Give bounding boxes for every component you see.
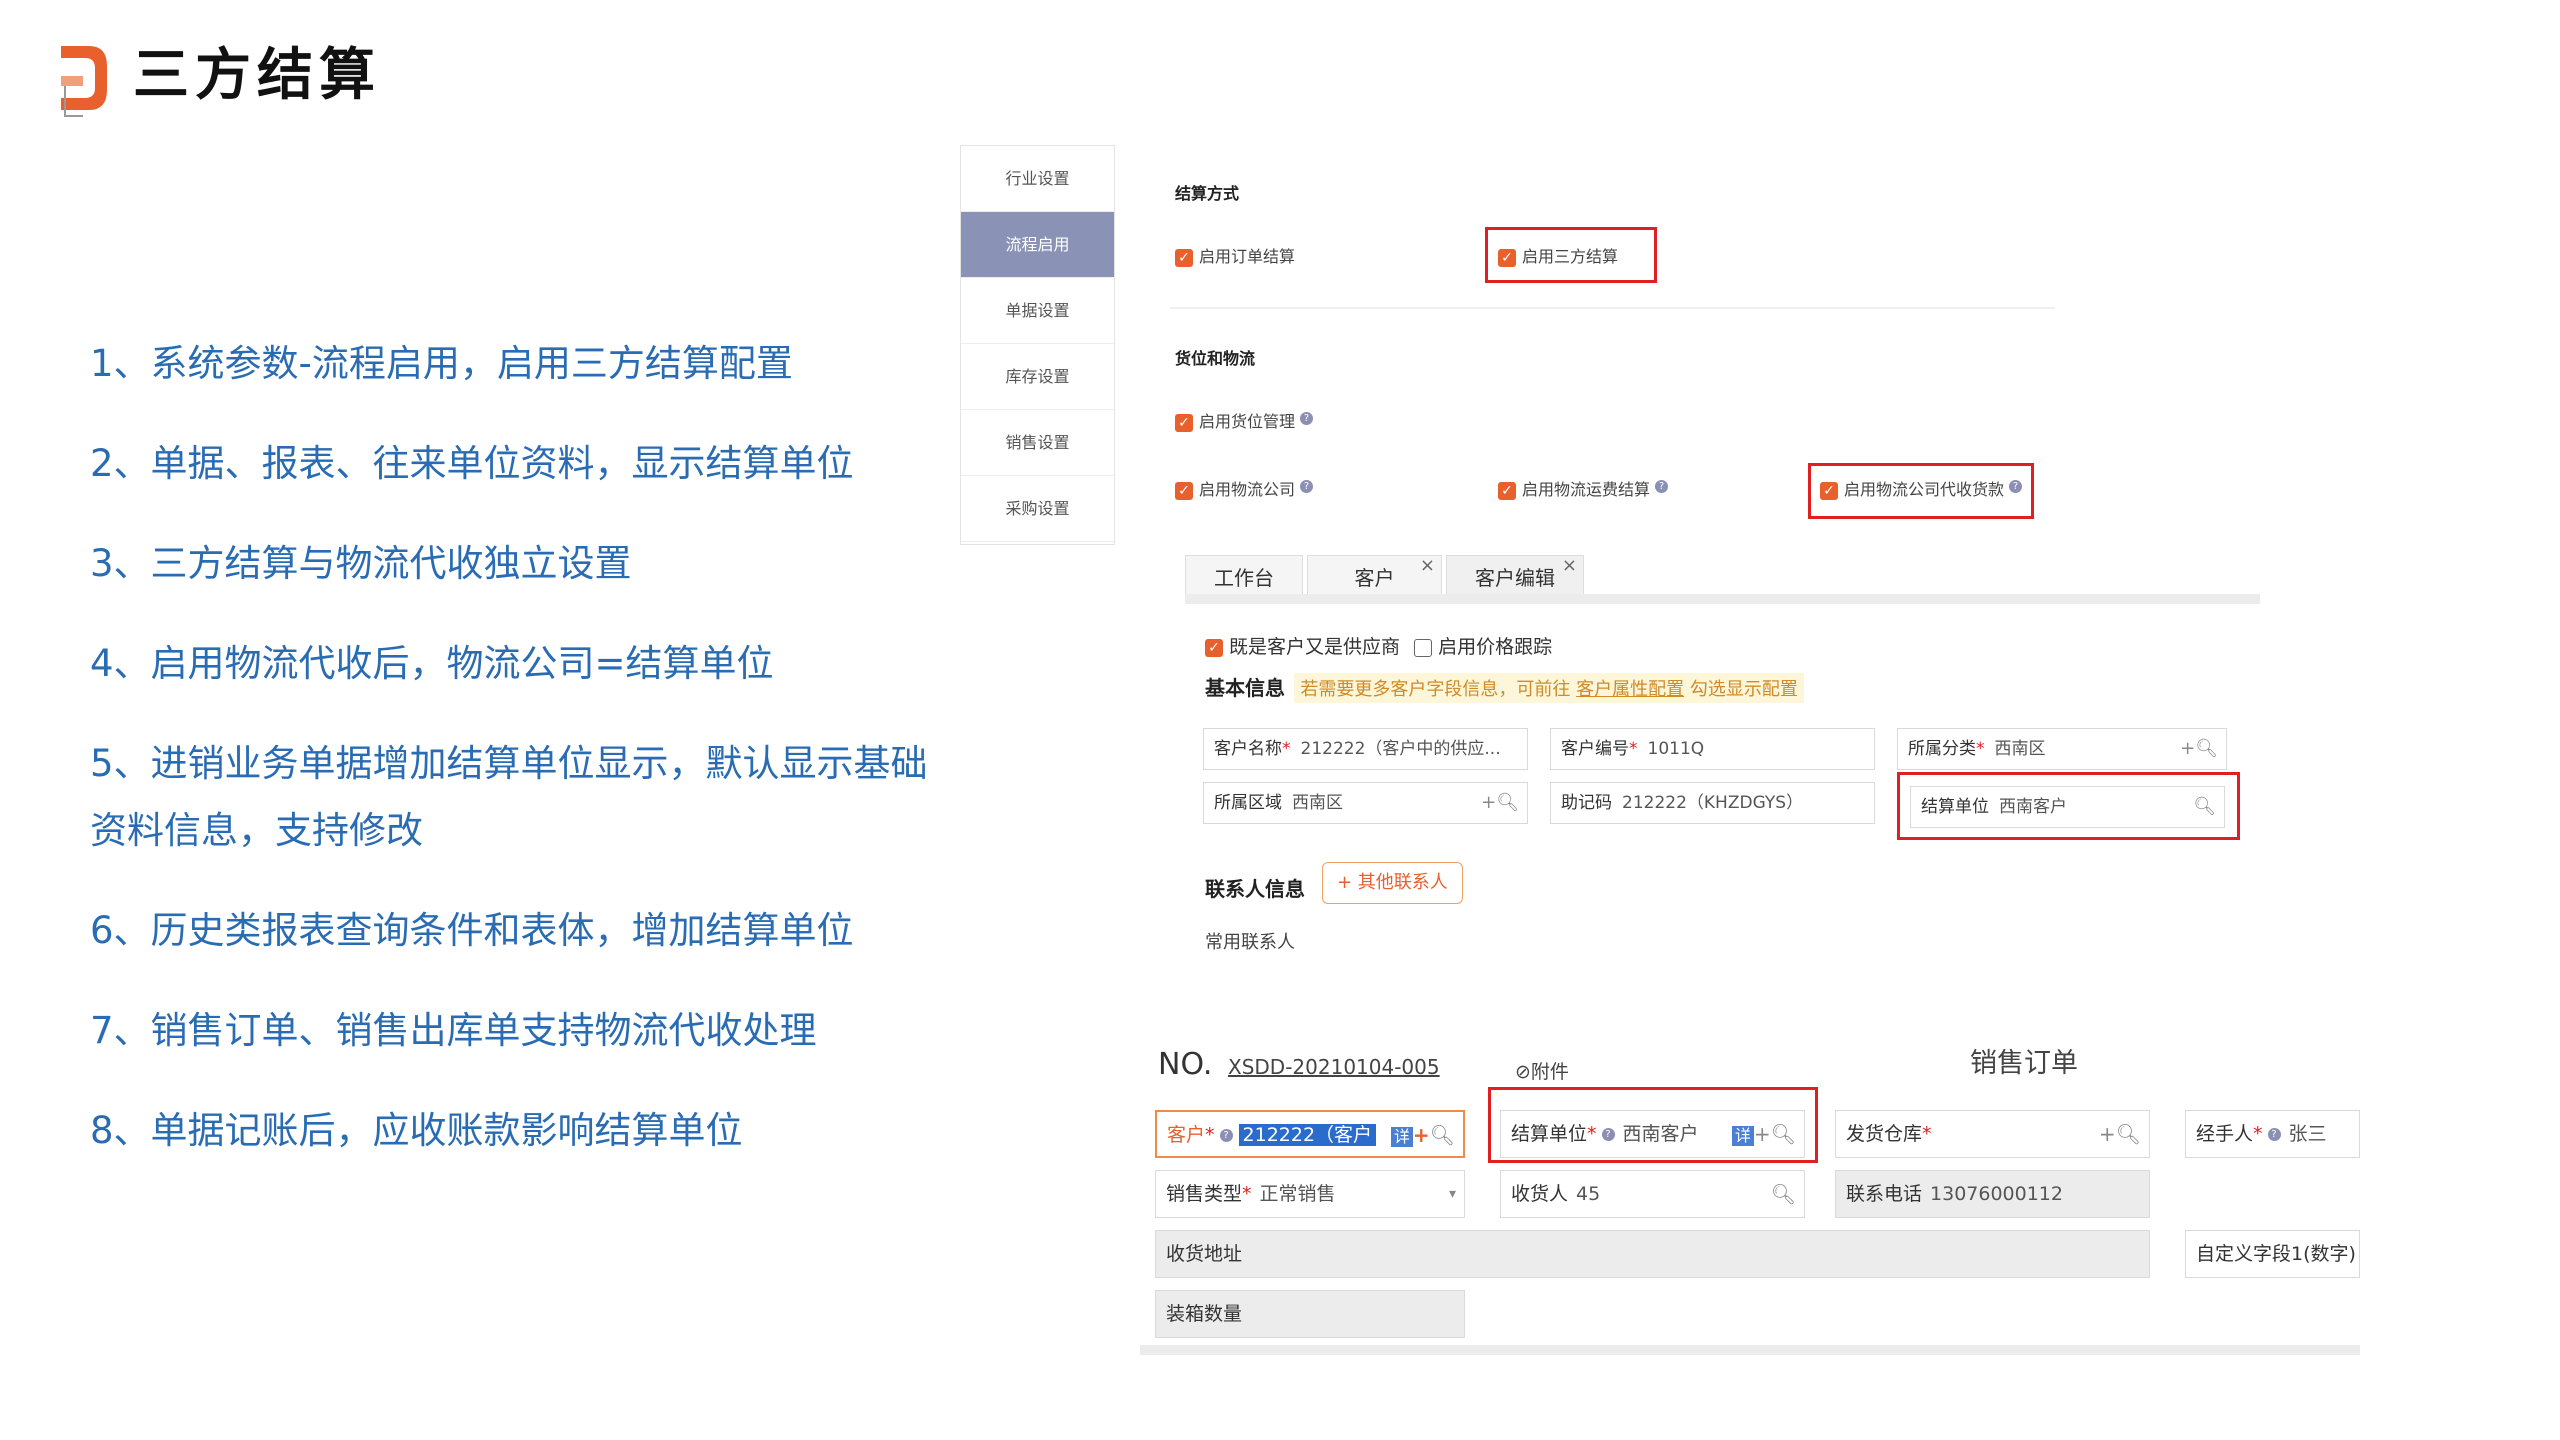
checkbox-checked-icon[interactable]: ✓ <box>1498 481 1516 500</box>
settings-side-nav: 行业设置 流程启用 单据设置 库存设置 销售设置 采购设置 <box>960 145 1115 545</box>
checkbox-checked-icon[interactable]: ✓ <box>1175 413 1193 432</box>
option-location-manage[interactable]: ✓ 启用货位管理? <box>1175 412 1314 432</box>
price-tracking-label: 启用价格跟踪 <box>1438 636 1553 658</box>
bullet-item: 7、销售订单、销售出库单支持物流代收处理 <box>90 1009 817 1052</box>
paperclip-icon: ⊘ <box>1515 1061 1531 1083</box>
address-field[interactable]: 收货地址 <box>1155 1230 2150 1278</box>
customer-name-field[interactable]: 客户名称* 212222（客户中的供应... <box>1203 728 1528 770</box>
highlight-box <box>1488 1087 1818 1163</box>
basic-info-row: 基本信息 若需要更多客户字段信息，可前往 客户属性配置 勾选显示配置 <box>1205 672 1804 703</box>
help-icon[interactable]: ? <box>1300 412 1314 425</box>
help-icon[interactable]: ? <box>1219 1129 1233 1142</box>
customer-field[interactable]: 客户*? 212222（客户 详 +🔍︎ <box>1155 1110 1465 1158</box>
search-icon[interactable]: 🔍︎ <box>1430 1123 1455 1147</box>
handler-field[interactable]: 经手人*? 张三 <box>2185 1110 2360 1158</box>
option-logistics-company[interactable]: ✓ 启用物流公司? <box>1175 480 1314 500</box>
customer-edit-panel: 工作台 客户 × 客户编辑 × ✓ 既是客户又是供应商 启用价格跟踪 基本信息 若需要… <box>1185 550 2260 970</box>
option-freight-settle[interactable]: ✓ 启用物流运费结算? <box>1498 480 1669 500</box>
bullet-item: 8、单据记账后，应收账款影响结算单位 <box>90 1109 743 1152</box>
nav-item-purchase[interactable]: 采购设置 <box>961 476 1114 542</box>
nav-item-sales[interactable]: 销售设置 <box>961 410 1114 476</box>
highlight-box <box>1485 227 1657 283</box>
custom-field-1[interactable]: 自定义字段1(数字) <box>2185 1230 2360 1278</box>
divider <box>1170 307 2055 309</box>
tab-customer-edit[interactable]: 客户编辑 × <box>1446 555 1584 597</box>
settings-panel: 行业设置 流程启用 单据设置 库存设置 销售设置 采购设置 结算方式 ✓ 启用订单… <box>960 145 2055 545</box>
order-no-label: NO. <box>1158 1047 1213 1082</box>
chevron-down-icon[interactable]: ▾ <box>1449 1171 1456 1217</box>
order-title: 销售订单 <box>1970 1048 2078 1079</box>
nav-item-inventory[interactable]: 库存设置 <box>961 344 1114 410</box>
checkbox-checked-icon[interactable]: ✓ <box>1175 481 1193 500</box>
order-no-link[interactable]: XSDD-20210104-005 <box>1228 1055 1440 1079</box>
checkbox-checked-icon[interactable]: ✓ <box>1205 638 1223 657</box>
nav-item-industry[interactable]: 行业设置 <box>961 146 1114 212</box>
search-icon[interactable]: 🔍︎ <box>1771 1171 1796 1217</box>
add-icon[interactable]: + <box>1413 1123 1430 1147</box>
bullet-list: 1、系统参数-流程启用，启用三方结算配置 2、单据、报表、往来单位资料，显示结算… <box>90 330 950 1197</box>
tab-customer[interactable]: 客户 × <box>1307 555 1442 597</box>
slide-title: 三方结算 <box>133 43 381 108</box>
nav-item-process[interactable]: 流程启用 <box>961 212 1114 278</box>
bullet-item: 2、单据、报表、往来单位资料，显示结算单位 <box>90 442 854 485</box>
basic-info-title: 基本信息 <box>1205 676 1285 700</box>
sales-order-panel: NO. XSDD-20210104-005 ⊘附件 销售订单 客户*? 21222… <box>1140 1025 2360 1355</box>
help-icon[interactable]: ? <box>2267 1128 2281 1141</box>
bullet-item: 5、进销业务单据增加结算单位显示，默认显示基础资料信息，支持修改 <box>90 742 928 852</box>
checkbox-empty-icon[interactable] <box>1414 638 1433 657</box>
sale-type-select[interactable]: 销售类型* 正常销售 ▾ <box>1155 1170 1465 1218</box>
flags-row: ✓ 既是客户又是供应商 启用价格跟踪 <box>1205 632 1552 659</box>
panel-bottom-bar <box>1140 1345 2360 1355</box>
box-count-field[interactable]: 装箱数量 <box>1155 1290 1465 1338</box>
customer-region-field[interactable]: 所属区域 西南区 +🔍︎ <box>1203 782 1528 824</box>
both-customer-supplier-label: 既是客户又是供应商 <box>1229 636 1401 658</box>
tab-underline <box>1185 594 2260 604</box>
add-search-icon[interactable]: +🔍︎ <box>2180 729 2218 769</box>
customer-category-field[interactable]: 所属分类* 西南区 +🔍︎ <box>1897 728 2227 770</box>
highlight-box <box>1897 772 2240 840</box>
tab-workbench[interactable]: 工作台 <box>1185 555 1303 597</box>
nav-item-document[interactable]: 单据设置 <box>961 278 1114 344</box>
add-other-contact-button[interactable]: + 其他联系人 <box>1322 862 1463 904</box>
bullet-item: 1、系统参数-流程启用，启用三方结算配置 <box>90 342 793 385</box>
section-title-settlement: 结算方式 <box>1175 184 1240 203</box>
receiver-field[interactable]: 收货人 45 🔍︎ <box>1500 1170 1805 1218</box>
config-hint: 若需要更多客户字段信息，可前往 客户属性配置 勾选显示配置 <box>1294 673 1804 703</box>
close-icon[interactable]: × <box>1420 550 1435 588</box>
help-icon[interactable]: ? <box>1300 480 1314 493</box>
contact-info-title: 联系人信息 <box>1205 877 1305 901</box>
add-search-icon[interactable]: +🔍︎ <box>1481 783 1519 823</box>
customer-code-field[interactable]: 客户编号* 1011Q <box>1550 728 1875 770</box>
checkbox-checked-icon[interactable]: ✓ <box>1175 248 1193 267</box>
section-title-logistics: 货位和物流 <box>1175 349 1256 368</box>
attachment-link[interactable]: ⊘附件 <box>1515 1057 1569 1084</box>
brand-logo-icon <box>61 46 107 117</box>
detail-button[interactable]: 详 <box>1390 1126 1413 1147</box>
bullet-item: 6、历史类报表查询条件和表体，增加结算单位 <box>90 909 854 952</box>
contact-info-row: 联系人信息 <box>1205 873 1305 902</box>
common-contact-label: 常用联系人 <box>1205 932 1295 953</box>
add-search-icon[interactable]: +🔍︎ <box>2099 1111 2141 1157</box>
warehouse-field[interactable]: 发货仓库* +🔍︎ <box>1835 1110 2150 1158</box>
close-icon[interactable]: × <box>1562 550 1577 588</box>
help-icon[interactable]: ? <box>1655 480 1669 493</box>
option-order-settle[interactable]: ✓ 启用订单结算 <box>1175 247 1295 267</box>
bullet-item: 4、启用物流代收后，物流公司=结算单位 <box>90 642 774 685</box>
customer-attr-config-link[interactable]: 客户属性配置 <box>1576 679 1684 700</box>
bullet-item: 3、三方结算与物流代收独立设置 <box>90 542 632 585</box>
mnemonic-field[interactable]: 助记码 212222（KHZDGYS） <box>1550 782 1875 824</box>
highlight-box <box>1808 463 2034 519</box>
phone-field[interactable]: 联系电话 13076000112 <box>1835 1170 2150 1218</box>
